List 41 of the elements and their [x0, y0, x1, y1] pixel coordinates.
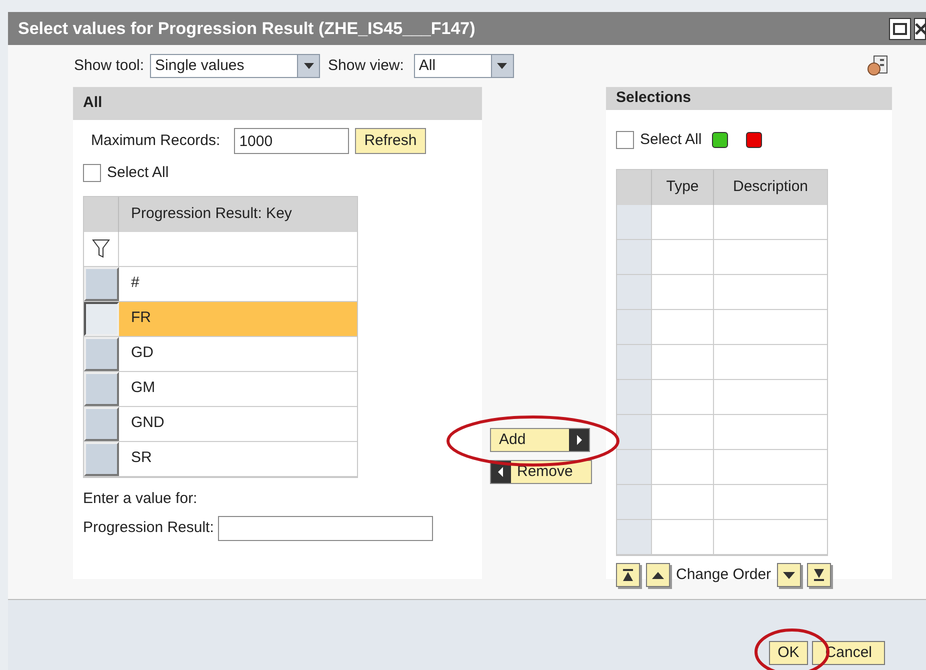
show-tool-dropdown[interactable]: Single values [150, 54, 320, 78]
checkbox[interactable] [83, 164, 101, 182]
change-order-label: Change Order [676, 564, 772, 585]
show-view-dropdown[interactable]: All [414, 54, 514, 78]
select-all-label: Select All [107, 163, 169, 183]
row-selector[interactable] [84, 302, 119, 336]
add-button[interactable]: Add [490, 428, 590, 452]
show-view-label: Show view: [328, 56, 404, 76]
dropdown-caret-icon[interactable] [297, 55, 320, 77]
move-down-button[interactable] [777, 563, 802, 587]
deselect-status-icon[interactable] [746, 132, 762, 148]
move-up-button[interactable] [646, 563, 670, 587]
arrow-icon [812, 568, 826, 582]
column-header: Progression Result: Key [130, 204, 293, 224]
checkbox[interactable] [616, 130, 634, 149]
maximize-icon [893, 22, 907, 34]
window-title: Select values for Progression Result (ZHE_IS45___F147) [18, 18, 476, 40]
progression-result-label: Progression Result: [83, 518, 214, 538]
filter-icon[interactable] [92, 238, 110, 258]
arrow-icon [621, 568, 635, 582]
close-icon [915, 22, 925, 34]
personalize-icon[interactable] [866, 54, 890, 78]
panel-title: All [83, 93, 102, 114]
column-header: Description [732, 177, 810, 198]
select-status-icon[interactable] [712, 132, 728, 148]
maximize-button[interactable] [889, 18, 911, 40]
show-tool-label: Show tool: [74, 56, 144, 76]
close-button[interactable] [914, 18, 926, 40]
dropdown-caret-icon[interactable] [490, 55, 513, 77]
move-bottom-button[interactable] [807, 563, 832, 587]
max-records-label: Maximum Records: [91, 130, 220, 151]
ok-button[interactable]: OK [768, 641, 808, 665]
refresh-button[interactable]: Refresh [355, 128, 426, 154]
move-top-button[interactable] [616, 563, 640, 587]
progression-result-field[interactable] [218, 516, 433, 541]
select-all-label: Select All [640, 130, 702, 150]
arrow-right-icon [569, 429, 589, 451]
max-records-field[interactable]: 1000 [234, 128, 350, 154]
panel-title: Selections [616, 88, 692, 108]
table-cell[interactable]: FR [119, 302, 357, 336]
enter-value-label: Enter a value for: [82, 488, 198, 508]
